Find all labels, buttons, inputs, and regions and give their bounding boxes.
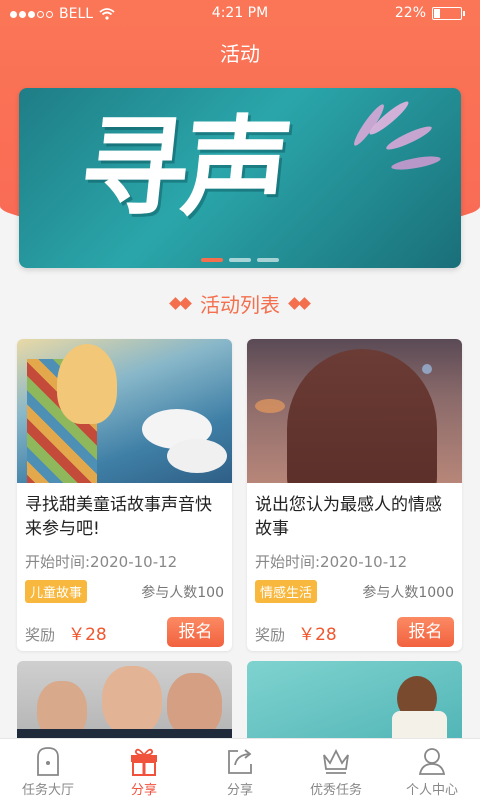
- section-title: 活动列表: [200, 293, 280, 317]
- tab-label: 分享: [130, 783, 157, 798]
- participant-count: 参与人数100: [141, 584, 224, 601]
- activity-card[interactable]: 说出您认为最感人的情感故事 开始时间:2020-10-12 情感生活 参与人数1…: [247, 339, 462, 651]
- participant-count: 参与人数1000: [362, 584, 454, 601]
- status-bar: BELL 4:21 PM 22%: [0, 0, 480, 30]
- home-icon: [37, 747, 59, 776]
- activity-start-time: 开始时间:2020-10-12: [255, 553, 408, 571]
- signup-button[interactable]: 报名: [397, 617, 454, 647]
- tab-profile[interactable]: 个人中心: [384, 739, 480, 800]
- activity-card[interactable]: 寻找甜美童话故事声音快来参与吧! 开始时间:2020-10-12 儿童故事 参与…: [17, 339, 232, 651]
- diamond-icon: [288, 297, 311, 310]
- signup-button[interactable]: 报名: [167, 617, 224, 647]
- tab-label: 个人中心: [405, 783, 458, 798]
- leaf-decoration: [384, 122, 434, 154]
- carousel-dot[interactable]: [257, 258, 279, 262]
- page-title: 活动: [220, 42, 260, 66]
- activity-start-time: 开始时间:2020-10-12: [25, 553, 178, 571]
- gift-icon: [131, 748, 157, 776]
- tab-label: 分享: [226, 783, 253, 798]
- category-tag: 情感生活: [255, 580, 318, 603]
- reward-label: 奖励: [255, 625, 286, 644]
- banner-title: 寻声: [74, 105, 292, 231]
- reward-value: ￥28: [298, 624, 337, 645]
- diamond-icon: [169, 297, 192, 310]
- battery-percent: 22%: [394, 5, 426, 21]
- carousel-dot[interactable]: [229, 258, 251, 262]
- tab-excellent-tasks[interactable]: 优秀任务: [288, 739, 384, 800]
- user-icon: [418, 748, 446, 775]
- reward-label: 奖励: [25, 625, 56, 644]
- activity-title: 说出您认为最感人的情感故事: [255, 495, 442, 539]
- activity-image: [247, 339, 462, 483]
- tab-task-hall[interactable]: 任务大厅: [0, 739, 96, 800]
- carousel-indicators: [19, 258, 461, 262]
- tab-label: 优秀任务: [309, 783, 362, 798]
- tab-share-gift[interactable]: 分享: [96, 739, 192, 800]
- category-tag: 儿童故事: [25, 580, 88, 603]
- crown-icon: [323, 748, 349, 774]
- section-header: 活动列表: [0, 289, 480, 318]
- carousel-dot[interactable]: [201, 258, 223, 262]
- tab-share[interactable]: 分享: [192, 739, 288, 800]
- activity-image: [17, 339, 232, 483]
- share-icon: [228, 749, 252, 774]
- tab-bar: 任务大厅 分享 分享 优秀任务 个人中心: [0, 738, 480, 800]
- leaf-decoration: [390, 153, 442, 173]
- reward-value: ￥28: [68, 624, 107, 645]
- tab-label: 任务大厅: [21, 783, 74, 798]
- activity-title: 寻找甜美童话故事声音快来参与吧!: [25, 495, 212, 539]
- banner-carousel[interactable]: 寻声: [19, 88, 461, 268]
- battery-icon: [432, 6, 465, 20]
